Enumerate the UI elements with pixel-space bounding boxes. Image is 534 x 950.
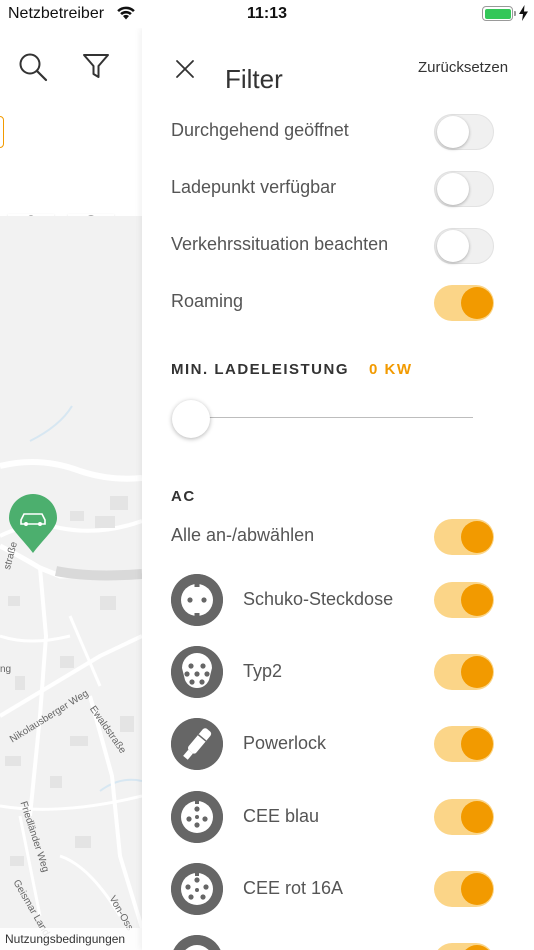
partial-toggle[interactable] bbox=[434, 943, 494, 950]
min-power-slider-track[interactable] bbox=[182, 417, 473, 418]
option-label: Roaming bbox=[171, 291, 244, 311]
plug-row-type2: Typ2 bbox=[171, 646, 501, 702]
option-row-traffic: Verkehrssituation beachten bbox=[171, 226, 501, 266]
option-label: Verkehrssituation beachten bbox=[171, 234, 389, 254]
cee-blue-toggle[interactable] bbox=[434, 799, 494, 835]
option-row-available: Ladepunkt verfügbar bbox=[171, 169, 501, 209]
battery-cap bbox=[514, 11, 516, 16]
plug-row-powerlock: Powerlock bbox=[171, 718, 501, 774]
toggle-knob bbox=[461, 656, 493, 688]
map-background[interactable] bbox=[0, 216, 142, 928]
filter-icon[interactable] bbox=[82, 52, 110, 80]
option-label: Ladepunkt verfügbar bbox=[171, 177, 337, 197]
toggle-knob bbox=[461, 728, 493, 760]
schuko-plug-icon bbox=[171, 574, 223, 626]
plug-label: Schuko-Steckdose bbox=[243, 589, 394, 609]
powerlock-plug-icon bbox=[171, 718, 223, 770]
select-all-toggle[interactable] bbox=[434, 519, 494, 555]
clock: 11:13 bbox=[246, 5, 288, 22]
map-tab-indicator[interactable] bbox=[0, 116, 4, 148]
status-bar: Netzbetreiber 11:13 bbox=[0, 0, 534, 28]
select-all-label: Alle an-/abwählen bbox=[171, 525, 315, 545]
toggle-knob bbox=[437, 116, 469, 148]
type2-plug-icon bbox=[171, 646, 223, 698]
min-power-value: 0 KW bbox=[369, 361, 413, 378]
cee-red-toggle[interactable] bbox=[434, 871, 494, 907]
filter-title: Filter bbox=[225, 64, 283, 94]
roaming-toggle[interactable] bbox=[434, 285, 494, 321]
ac-heading: AC bbox=[171, 488, 196, 505]
ac-select-all-row: Alle an-/abwählen bbox=[171, 517, 501, 557]
toggle-knob bbox=[461, 945, 493, 950]
option-label: Durchgehend geöffnet bbox=[171, 120, 349, 140]
toggle-knob bbox=[437, 230, 469, 262]
open-24h-toggle[interactable] bbox=[434, 114, 494, 150]
toggle-knob bbox=[461, 287, 493, 319]
toggle-knob bbox=[461, 521, 493, 553]
terms-link[interactable]: Nutzungsbedingungen bbox=[0, 928, 142, 950]
charging-icon bbox=[519, 5, 528, 21]
traffic-toggle[interactable] bbox=[434, 228, 494, 264]
toggle-knob bbox=[461, 873, 493, 905]
plug-icon bbox=[171, 935, 223, 950]
schuko-toggle[interactable] bbox=[434, 582, 494, 618]
toggle-knob bbox=[461, 801, 493, 833]
cee-blue-plug-icon bbox=[171, 791, 223, 843]
toggle-knob bbox=[437, 173, 469, 205]
map-panel[interactable]: straße ng Nikolausberger Weg Ewaldstraße… bbox=[0, 28, 142, 950]
battery-icon bbox=[482, 6, 513, 21]
reset-button[interactable]: Zurücksetzen bbox=[418, 59, 508, 76]
plug-row-cee-blue: CEE blau bbox=[171, 791, 501, 847]
min-power-heading: MIN. LADELEISTUNG bbox=[171, 361, 349, 378]
cee-red-plug-icon bbox=[171, 863, 223, 915]
map-street-label: ng bbox=[0, 664, 12, 675]
available-toggle[interactable] bbox=[434, 171, 494, 207]
toggle-knob bbox=[461, 584, 493, 616]
option-row-open-24h: Durchgehend geöffnet bbox=[171, 112, 501, 152]
plug-row-partial bbox=[171, 935, 501, 950]
plug-label: Powerlock bbox=[243, 733, 327, 753]
option-row-roaming: Roaming bbox=[171, 283, 501, 323]
close-icon[interactable] bbox=[172, 56, 198, 82]
plug-label: CEE rot 16A bbox=[243, 878, 344, 898]
powerlock-toggle[interactable] bbox=[434, 726, 494, 762]
search-icon[interactable] bbox=[18, 52, 48, 82]
min-power-slider-knob[interactable] bbox=[172, 400, 210, 438]
plug-row-schuko: Schuko-Steckdose bbox=[171, 574, 501, 630]
plug-label: Typ2 bbox=[243, 661, 283, 681]
plug-row-cee-red: CEE rot 16A bbox=[171, 863, 501, 919]
plug-label: CEE blau bbox=[243, 806, 320, 826]
type2-toggle[interactable] bbox=[434, 654, 494, 690]
map-header bbox=[0, 28, 142, 216]
filter-panel: Filter Zurücksetzen Durchgehend geöffnet… bbox=[142, 28, 534, 950]
